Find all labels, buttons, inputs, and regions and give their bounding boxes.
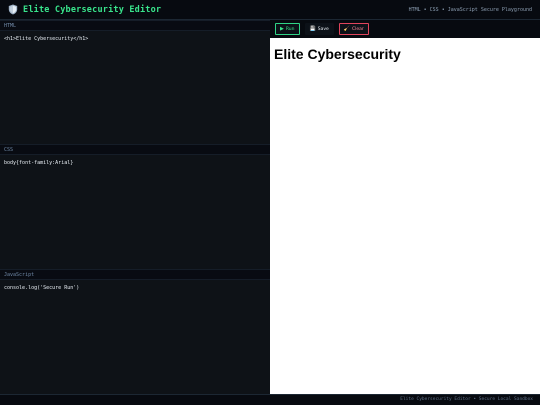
clear-button-label: Clear (352, 26, 364, 32)
shield-icon (8, 4, 18, 15)
preview-frame[interactable]: Elite Cybersecurity (270, 38, 540, 394)
css-editor-input[interactable]: body{font-family:Arial} (0, 155, 270, 269)
app-window: Elite Cybersecurity Editor HTML • CSS • … (0, 0, 540, 405)
html-editor-pane: HTML <h1>Elite Cybersecurity</h1> (0, 20, 270, 144)
clear-button[interactable]: 🧹 Clear (338, 23, 369, 35)
html-editor-input[interactable]: <h1>Elite Cybersecurity</h1> (0, 31, 270, 144)
toolbar: ▶ Run 💾 Save 🧹 Clear (270, 20, 540, 38)
js-editor-pane: JavaScript console.log('Secure Run') (0, 269, 270, 394)
footer: Elite Cybersecurity Editor • Secure Loca… (0, 394, 540, 405)
js-editor-label: JavaScript (0, 269, 270, 280)
save-button[interactable]: 💾 Save (304, 23, 334, 35)
header-subtitle: HTML • CSS • JavaScript Secure Playgroun… (408, 6, 532, 13)
play-icon: ▶ (280, 25, 284, 32)
floppy-disk-icon: 💾 (309, 25, 316, 32)
preview-column: ▶ Run 💾 Save 🧹 Clear Elite Cybersecurity (270, 20, 540, 394)
app-header: Elite Cybersecurity Editor HTML • CSS • … (0, 0, 540, 20)
run-button[interactable]: ▶ Run (275, 23, 300, 35)
save-button-label: Save (317, 26, 329, 32)
js-editor-input[interactable]: console.log('Secure Run') (0, 280, 270, 394)
broom-icon: 🧹 (343, 25, 351, 32)
css-editor-pane: CSS body{font-family:Arial} (0, 144, 270, 269)
preview-heading: Elite Cybersecurity (274, 46, 401, 62)
html-editor-label: HTML (0, 20, 270, 31)
css-editor-label: CSS (0, 144, 270, 155)
brand: Elite Cybersecurity Editor (8, 4, 161, 15)
run-button-label: Run (285, 26, 295, 32)
editors-column: HTML <h1>Elite Cybersecurity</h1> CSS bo… (0, 20, 270, 394)
app-title: Elite Cybersecurity Editor (23, 4, 162, 15)
